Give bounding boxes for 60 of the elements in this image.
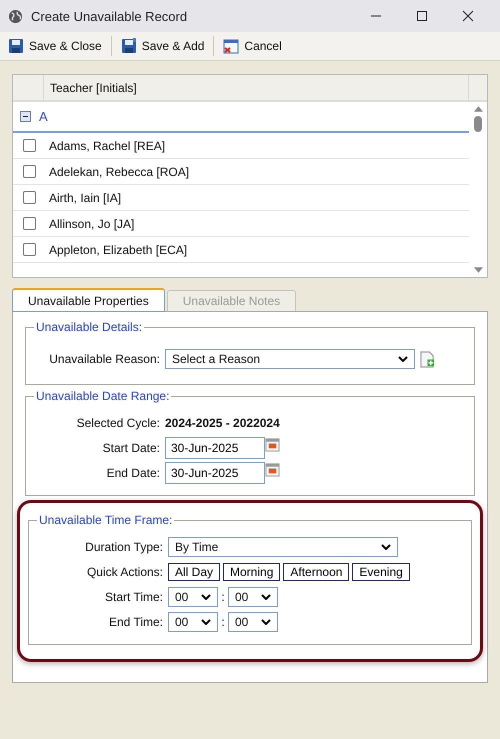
field-label: End Time: xyxy=(108,615,164,629)
teacher-name: Adams, Rachel [REA] xyxy=(49,138,166,152)
cancel-window-icon xyxy=(223,38,240,54)
hour-dropdown[interactable]: 00 xyxy=(168,612,218,632)
field-label: Start Time: xyxy=(104,590,164,604)
cycle-value: 2024-2025 - 2022024 xyxy=(165,416,280,430)
hour-dropdown[interactable]: 00 xyxy=(168,587,218,607)
field-label: Unavailable Reason: xyxy=(48,352,161,366)
teacher-name: Appleton, Elizabeth [ECA] xyxy=(49,242,188,256)
checkbox[interactable] xyxy=(23,139,36,152)
start-date-field[interactable]: 30-Jun-2025 xyxy=(165,437,265,459)
scrollbar-thumb[interactable] xyxy=(474,116,482,132)
checkbox[interactable] xyxy=(23,191,36,204)
teacher-name: Airth, Iain [IA] xyxy=(49,190,122,204)
section-legend: Unavailable Date Range: xyxy=(34,389,172,403)
add-document-icon[interactable] xyxy=(420,350,435,368)
scroll-up-icon[interactable] xyxy=(474,106,482,112)
teacher-name: Adelekan, Rebecca [ROA] xyxy=(49,164,190,178)
quick-action-button[interactable]: Evening xyxy=(352,563,410,581)
field-label: Selected Cycle: xyxy=(76,416,161,430)
chevron-down-icon xyxy=(381,544,391,550)
field-label: Duration Type: xyxy=(84,540,164,554)
reason-dropdown[interactable]: Select a Reason xyxy=(165,349,415,369)
column-header: Teacher [Initials] xyxy=(44,75,469,100)
checkbox[interactable] xyxy=(23,165,36,178)
calendar-icon[interactable] xyxy=(265,462,280,477)
checkbox[interactable] xyxy=(23,217,36,230)
quick-action-button[interactable]: All Day xyxy=(168,563,220,581)
group-label: A xyxy=(39,109,48,124)
quick-action-button[interactable]: Morning xyxy=(223,563,280,581)
time-separator: : xyxy=(220,590,226,604)
globe-icon xyxy=(8,8,23,24)
field-label: End Date: xyxy=(106,466,161,480)
quick-action-button[interactable]: Afternoon xyxy=(283,563,350,581)
section-legend: Unavailable Details: xyxy=(34,320,144,334)
end-date-field[interactable]: 30-Jun-2025 xyxy=(165,462,265,484)
chevron-down-icon xyxy=(201,594,211,600)
duration-dropdown[interactable]: By Time xyxy=(168,537,398,557)
cancel-button[interactable]: Cancel xyxy=(219,36,286,56)
scroll-down-icon[interactable] xyxy=(474,267,482,273)
collapse-icon[interactable] xyxy=(20,111,31,122)
calendar-icon[interactable] xyxy=(265,437,280,452)
save-close-button[interactable]: Save & Close xyxy=(4,36,106,56)
chevron-down-icon xyxy=(261,619,271,625)
tab[interactable]: Unavailable Properties xyxy=(12,288,165,312)
minute-dropdown[interactable]: 00 xyxy=(228,612,278,632)
chevron-down-icon xyxy=(201,619,211,625)
checkbox[interactable] xyxy=(23,243,36,256)
close-icon[interactable] xyxy=(462,10,474,22)
chevron-down-icon xyxy=(398,356,408,362)
chevron-down-icon xyxy=(261,594,271,600)
field-label: Quick Actions: xyxy=(86,565,164,579)
save-add-button[interactable]: Save & Add xyxy=(116,36,208,56)
minute-dropdown[interactable]: 00 xyxy=(228,587,278,607)
teacher-name: Allinson, Jo [JA] xyxy=(49,216,134,230)
field-label: Start Date: xyxy=(102,441,161,455)
section-legend: Unavailable Time Frame: xyxy=(37,513,174,527)
window-title: Create Unavailable Record xyxy=(31,8,188,24)
time-separator: : xyxy=(220,615,226,629)
maximize-icon[interactable] xyxy=(416,10,428,22)
